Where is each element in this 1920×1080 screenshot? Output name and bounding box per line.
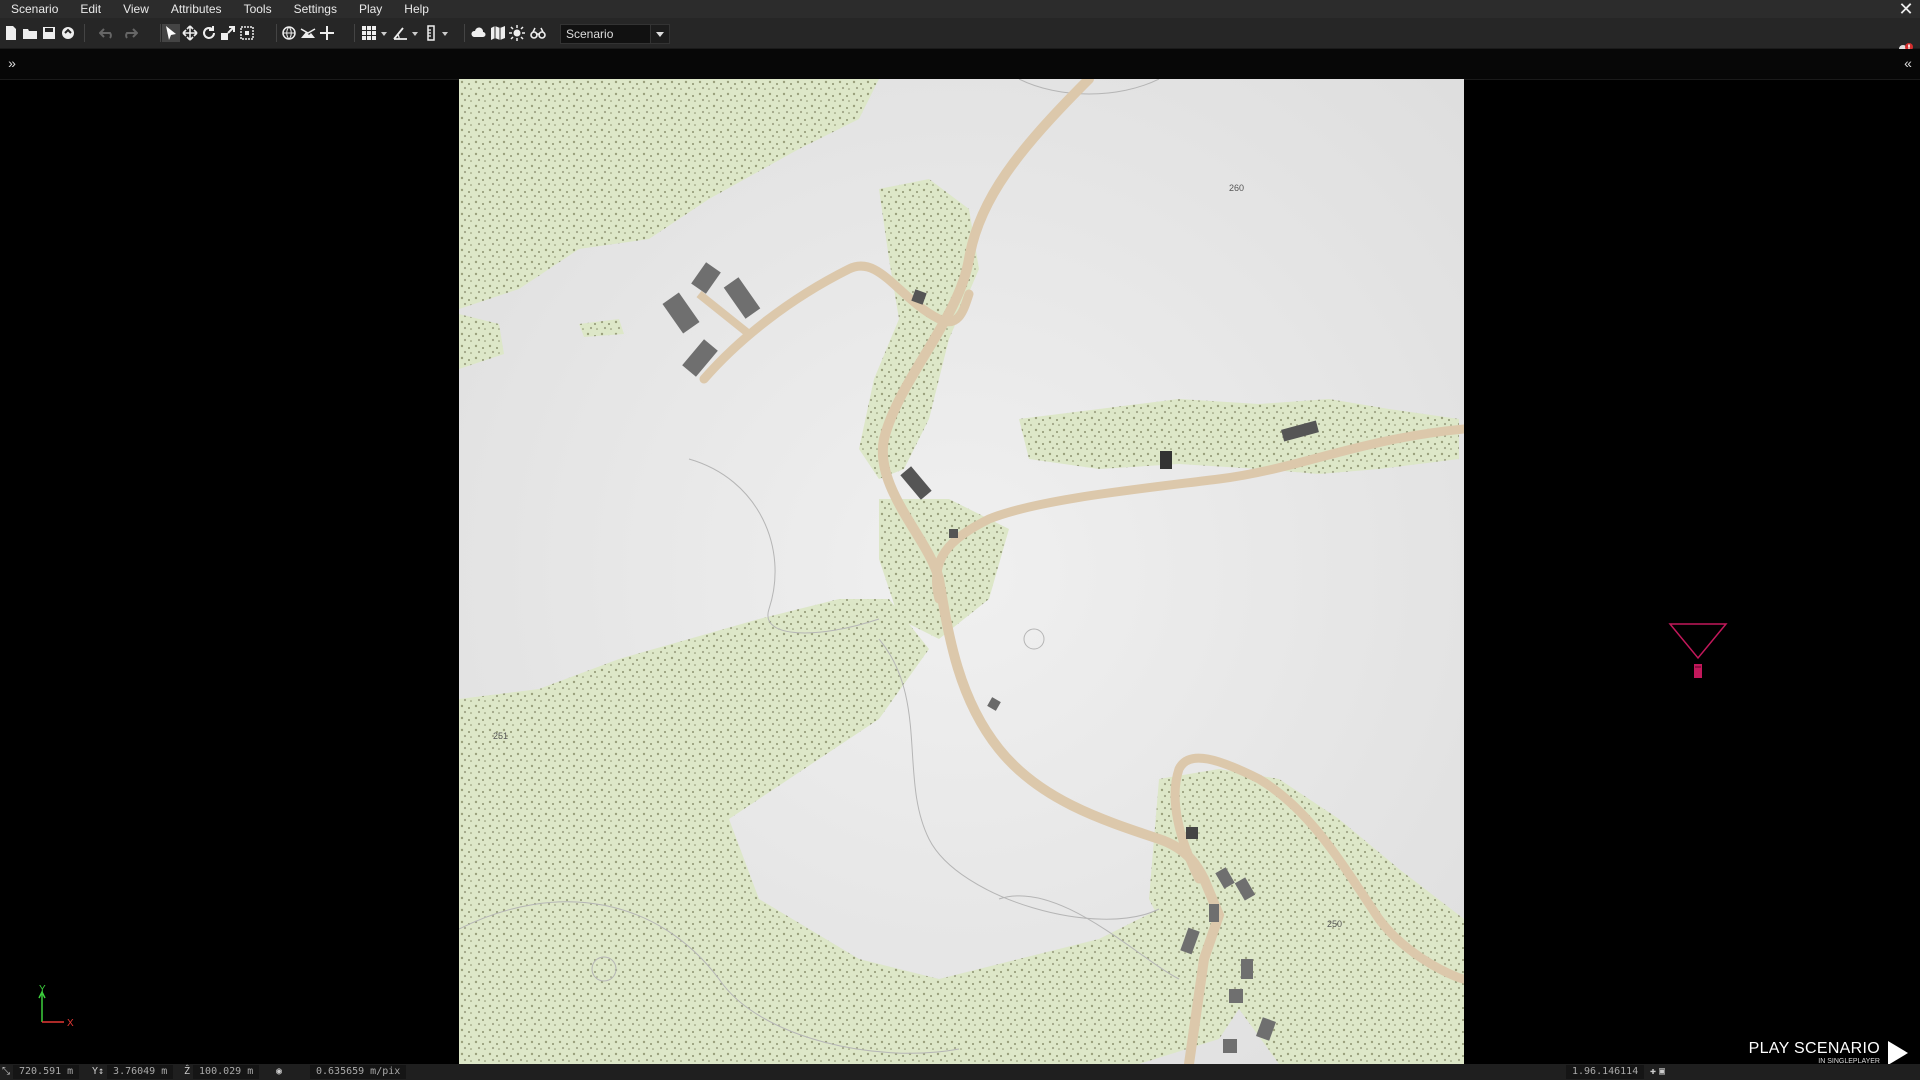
rotate-icon[interactable] (200, 24, 218, 42)
select-icon[interactable] (162, 24, 180, 42)
x-coord-icon: ⤡ (2, 1066, 10, 1077)
weather-icon[interactable] (470, 24, 488, 42)
axis-gizmo: Y X (34, 984, 84, 1029)
building (949, 529, 958, 538)
close-icon[interactable]: ✕ (1896, 0, 1916, 18)
menu-view[interactable]: View (112, 0, 160, 18)
crosshair-icon[interactable]: ✚ (1650, 1064, 1656, 1080)
building (1241, 959, 1253, 979)
vertical-dropdown-icon[interactable] (442, 32, 448, 36)
menu-tools[interactable]: Tools (233, 0, 283, 18)
building (1223, 1039, 1237, 1053)
menu-edit[interactable]: Edit (69, 0, 112, 18)
zoom-value: 1.96.146114 (1566, 1065, 1645, 1079)
terrain-map[interactable]: 260 251 250 (459, 79, 1464, 1064)
window-icon[interactable]: ▣ (1659, 1064, 1665, 1080)
move-icon[interactable] (181, 24, 199, 42)
z-coord-icon: Ẑ (184, 1066, 191, 1077)
binoculars-icon[interactable] (529, 24, 547, 42)
play-icon[interactable] (1888, 1041, 1908, 1065)
axis-y-label: Y (39, 984, 46, 995)
y-coordinate: 3.76049 m (107, 1065, 174, 1079)
menu-attributes[interactable]: Attributes (160, 0, 233, 18)
elevation-label: 260 (1229, 183, 1244, 193)
play-scenario-button[interactable]: PLAY SCENARIO IN SINGLEPLAYER (1749, 1040, 1908, 1066)
menu-scenario[interactable]: Scenario (0, 0, 69, 18)
plus-icon[interactable] (318, 24, 336, 42)
map-icon[interactable] (489, 24, 507, 42)
building (1209, 904, 1219, 922)
elevation-label: 250 (1327, 919, 1342, 929)
open-folder-icon[interactable] (21, 24, 39, 42)
new-file-icon[interactable] (2, 24, 20, 42)
grid-dropdown-icon[interactable] (381, 32, 387, 36)
building (1186, 827, 1198, 839)
status-bar: ⤡ 720.591 m Y↕ 3.76049 m Ẑ 100.029 m ◉ 0… (0, 1064, 1920, 1080)
eye-icon[interactable]: ◉ (276, 1064, 282, 1080)
angle-icon[interactable] (391, 24, 409, 42)
terrain-icon[interactable] (299, 24, 317, 42)
vertical-icon[interactable] (422, 24, 440, 42)
building (1160, 451, 1172, 469)
angle-dropdown-icon[interactable] (412, 32, 418, 36)
publish-icon[interactable] (59, 24, 77, 42)
z-coordinate: 100.029 m (193, 1065, 260, 1079)
menu-settings[interactable]: Settings (283, 0, 348, 18)
play-scenario-title: PLAY SCENARIO (1748, 1040, 1880, 1057)
map-viewport[interactable]: 260 251 250 (459, 79, 1464, 1064)
toolbar (0, 18, 1920, 56)
area-select-icon[interactable] (238, 24, 256, 42)
menu-play[interactable]: Play (348, 0, 393, 18)
axis-x-label: X (67, 1018, 74, 1029)
chevron-down-icon[interactable] (650, 25, 669, 43)
menu-bar: Scenario Edit View Attributes Tools Sett… (0, 0, 1920, 18)
elevation-label: 251 (493, 731, 508, 741)
save-icon[interactable] (40, 24, 58, 42)
mode-select-value: Scenario (566, 27, 614, 41)
camera-marker-icon[interactable] (1668, 620, 1728, 690)
undo-icon[interactable] (98, 24, 116, 42)
globe-icon[interactable] (280, 24, 298, 42)
expand-right-panel-icon[interactable]: « (1900, 55, 1916, 71)
scale-icon[interactable] (219, 24, 237, 42)
map-scale: 0.635659 m/pix (310, 1065, 407, 1079)
menu-help[interactable]: Help (393, 0, 440, 18)
sidebar-toggle-bar: » « (0, 49, 1920, 80)
redo-icon[interactable] (121, 24, 139, 42)
x-coordinate: 720.591 m (13, 1065, 80, 1079)
light-icon[interactable] (508, 24, 526, 42)
mode-select[interactable]: Scenario (560, 24, 670, 44)
expand-left-panel-icon[interactable]: » (4, 55, 20, 71)
building (1229, 989, 1243, 1003)
grid-icon[interactable] (360, 24, 378, 42)
y-coord-icon: Y↕ (92, 1066, 105, 1077)
